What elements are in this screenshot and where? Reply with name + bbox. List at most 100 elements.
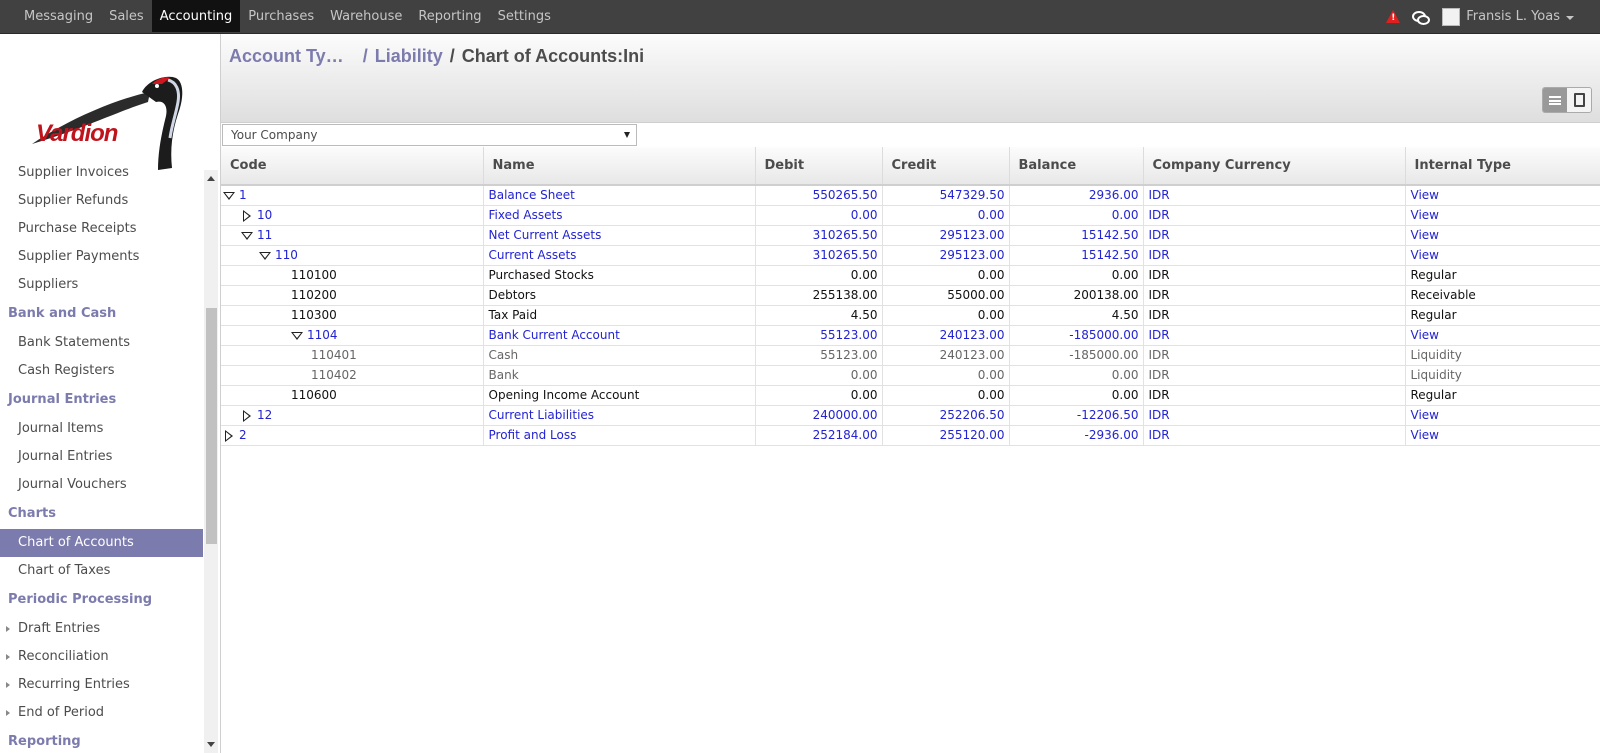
sidebar-item-supplier-payments[interactable]: Supplier Payments — [0, 243, 203, 271]
alert-icon[interactable]: ! — [1386, 10, 1401, 23]
expand-arrow-icon[interactable] — [6, 710, 10, 716]
column-header-company-currency[interactable]: Company Currency — [1143, 147, 1406, 186]
table-row[interactable]: 11 Net Current Assets 310265.50 295123.00 15… — [221, 225, 1600, 246]
top-menu-item-purchases[interactable]: Purchases — [240, 0, 322, 33]
sidebar-item-reconciliation[interactable]: Reconciliation — [0, 643, 203, 671]
collapse-triangle-icon[interactable] — [291, 331, 303, 341]
expand-triangle-icon[interactable] — [241, 209, 253, 222]
expand-triangle-icon[interactable] — [223, 429, 235, 442]
list-view-button[interactable] — [1543, 88, 1567, 112]
scroll-up-icon[interactable] — [207, 176, 215, 181]
table-row[interactable]: 110 Current Assets 310265.50 295123.00 15142… — [221, 245, 1600, 266]
cell-code[interactable]: 110 — [221, 245, 484, 266]
column-header-debit[interactable]: Debit — [755, 147, 883, 186]
table-row[interactable]: 110402 Bank 0.00 0.00 0.00 IDR Liquidity — [221, 365, 1600, 386]
cell-code[interactable]: 2 — [221, 425, 484, 446]
sidebar-scrollbar[interactable] — [204, 170, 218, 753]
chevron-down-icon[interactable] — [1566, 15, 1574, 20]
sidebar-item-chart-of-accounts[interactable]: Chart of Accounts — [0, 529, 203, 557]
scrollbar-thumb[interactable] — [206, 308, 217, 544]
table-row[interactable]: 110401 Cash 55123.00 240123.00 -185000.00 IDR… — [221, 345, 1600, 366]
top-menu-item-messaging[interactable]: Messaging — [16, 0, 101, 33]
top-menu-item-warehouse[interactable]: Warehouse — [322, 0, 410, 33]
cell-code[interactable]: 11 — [221, 225, 484, 246]
table-row[interactable]: 1104 Bank Current Account 55123.00 240123.0… — [221, 325, 1600, 346]
cell-code[interactable]: 10 — [221, 205, 484, 226]
table-row[interactable]: 110600 Opening Income Account 0.00 0.00 0.00… — [221, 385, 1600, 406]
breadcrumb: Account Ty… / Liability / Chart of Accou… — [229, 46, 644, 67]
company-select-value: Your Company — [231, 128, 318, 142]
top-menu-item-settings[interactable]: Settings — [490, 0, 559, 33]
table-row[interactable]: 2 Profit and Loss 252184.00 255120.00 -2936.… — [221, 425, 1600, 446]
breadcrumb-account-type[interactable]: Account Ty… — [229, 46, 344, 66]
top-menu-item-reporting[interactable]: Reporting — [410, 0, 489, 33]
collapse-triangle-icon[interactable] — [259, 251, 271, 261]
cell-code[interactable]: 110402 — [221, 365, 484, 386]
cell-internal-type: Regular — [1405, 385, 1600, 406]
cell-code[interactable]: 110600 — [221, 385, 484, 406]
sidebar-item-bank-statements[interactable]: Bank Statements — [0, 329, 203, 357]
cell-internal-type: Liquidity — [1405, 345, 1600, 366]
cell-code[interactable]: 12 — [221, 405, 484, 426]
sidebar-item-purchase-receipts[interactable]: Purchase Receipts — [0, 215, 203, 243]
cell-internal-type: View — [1405, 205, 1600, 226]
expand-arrow-icon[interactable] — [6, 682, 10, 688]
avatar[interactable] — [1442, 7, 1461, 26]
top-menu-item-sales[interactable]: Sales — [101, 0, 152, 33]
collapse-triangle-icon[interactable] — [241, 231, 253, 241]
cell-account-name: Opening Income Account — [483, 385, 756, 406]
chat-icon[interactable] — [1412, 10, 1431, 25]
cell-code[interactable]: 110200 — [221, 285, 484, 306]
company-select[interactable]: Your Company — [222, 124, 637, 146]
collapse-triangle-icon[interactable] — [223, 191, 235, 201]
column-header-name[interactable]: Name — [483, 147, 756, 186]
scroll-down-icon[interactable] — [207, 742, 215, 747]
cell-internal-type: Liquidity — [1405, 365, 1600, 386]
breadcrumb-liability[interactable]: Liability — [375, 46, 443, 66]
column-header-internal-type[interactable]: Internal Type — [1405, 147, 1600, 186]
cell-code[interactable]: 1 — [221, 185, 484, 206]
sidebar-item-journal-vouchers[interactable]: Journal Vouchers — [0, 471, 203, 499]
sidebar-item-journal-items[interactable]: Journal Items — [0, 415, 203, 443]
cell-account-name: Cash — [483, 345, 756, 366]
cell-credit: 0.00 — [882, 385, 1010, 406]
account-code: 2 — [239, 428, 247, 442]
cell-credit: 295123.00 — [882, 245, 1010, 266]
cell-debit: 0.00 — [755, 385, 883, 406]
cell-internal-type: View — [1405, 245, 1600, 266]
cell-code[interactable]: 110401 — [221, 345, 484, 366]
table-row[interactable]: 110300 Tax Paid 4.50 0.00 4.50 IDR Regular — [221, 305, 1600, 326]
sidebar-item-journal-entries[interactable]: Journal Entries — [0, 443, 203, 471]
sidebar-item-label: Bank Statements — [18, 335, 130, 350]
cell-code[interactable]: 110100 — [221, 265, 484, 286]
account-code: 1 — [239, 188, 247, 203]
expand-arrow-icon[interactable] — [6, 626, 10, 632]
sidebar-item-cash-registers[interactable]: Cash Registers — [0, 357, 203, 385]
sidebar-item-supplier-invoices[interactable]: Supplier Invoices — [0, 159, 203, 187]
form-view-button[interactable] — [1567, 88, 1591, 112]
cell-debit: 55123.00 — [755, 345, 883, 366]
user-name[interactable]: Fransis L. Yoas — [1466, 9, 1560, 24]
sidebar-item-draft-entries[interactable]: Draft Entries — [0, 615, 203, 643]
table-row[interactable]: 110100 Purchased Stocks 0.00 0.00 0.00 IDR Reg… — [221, 265, 1600, 286]
cell-account-name: Bank Current Account — [483, 325, 756, 346]
sidebar-item-end-of-period[interactable]: End of Period — [0, 699, 203, 727]
column-header-credit[interactable]: Credit — [882, 147, 1010, 186]
cell-code[interactable]: 1104 — [221, 325, 484, 346]
cell-internal-type: View — [1405, 405, 1600, 426]
top-menu-item-accounting[interactable]: Accounting — [151, 0, 241, 32]
expand-triangle-icon[interactable] — [241, 409, 253, 422]
sidebar-item-supplier-refunds[interactable]: Supplier Refunds — [0, 187, 203, 215]
column-header-code[interactable]: Code — [221, 147, 484, 186]
table-row[interactable]: 110200 Debtors 255138.00 55000.00 200138.00 I… — [221, 285, 1600, 306]
sidebar-item-suppliers[interactable]: Suppliers — [0, 271, 203, 299]
cell-code[interactable]: 110300 — [221, 305, 484, 326]
sidebar-item-recurring-entries[interactable]: Recurring Entries — [0, 671, 203, 699]
expand-arrow-icon[interactable] — [6, 654, 10, 660]
sidebar-item-chart-of-taxes[interactable]: Chart of Taxes — [0, 557, 203, 585]
table-row[interactable]: 10 Fixed Assets 0.00 0.00 0.00 IDR View — [221, 205, 1600, 226]
column-header-balance[interactable]: Balance — [1009, 147, 1144, 186]
table-row[interactable]: 1 Balance Sheet 550265.50 547329.50 2936.00 I… — [221, 185, 1600, 206]
table-row[interactable]: 12 Current Liabilities 240000.00 252206.50-… — [221, 405, 1600, 426]
sidebar-item-label: Cash Registers — [18, 363, 115, 378]
